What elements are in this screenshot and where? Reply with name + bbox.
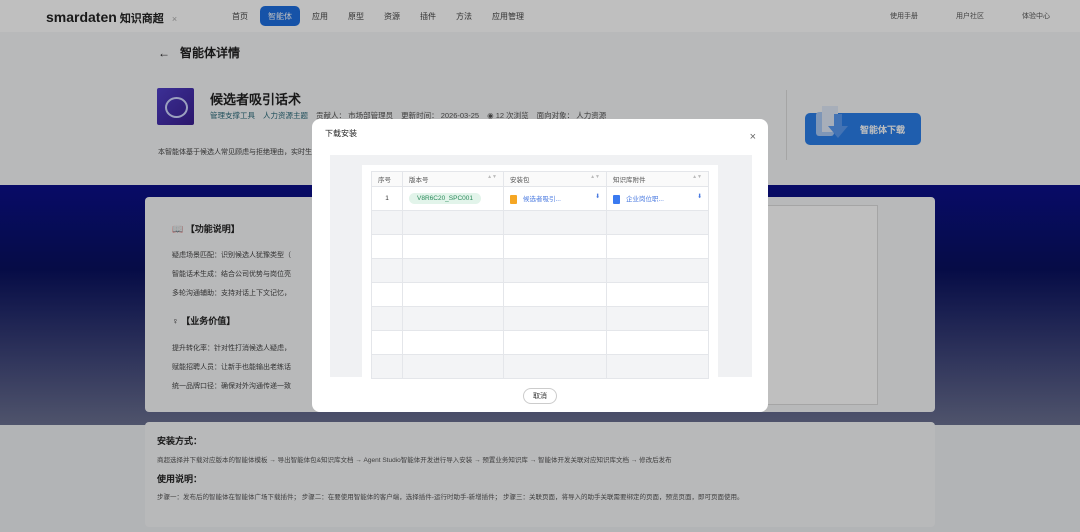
empty-row — [371, 330, 709, 355]
sort-icon[interactable]: ▲▼ — [487, 174, 497, 180]
version-table-panel: 序号 版本号 ▲▼ 安装包 ▲▼ 知识库附件 ▲▼ 1 V8R6C20_SPC001 … — [362, 165, 718, 379]
empty-row — [371, 234, 709, 259]
attachment-link[interactable]: 企业岗位职... — [626, 196, 664, 203]
package-link[interactable]: 候选者吸引... — [523, 196, 561, 203]
sort-icon[interactable]: ▲▼ — [692, 174, 702, 180]
modal-title: 下载安装 — [325, 129, 357, 138]
col-attachment[interactable]: 知识库附件 ▲▼ — [606, 171, 709, 187]
download-install-modal: 下载安装 × 序号 版本号 ▲▼ 安装包 ▲▼ 知识库附件 ▲▼ 1 V8R6C20_… — [312, 119, 768, 412]
col-package[interactable]: 安装包 ▲▼ — [503, 171, 607, 187]
download-icon[interactable]: ⬇ — [697, 193, 702, 200]
version-table: 序号 版本号 ▲▼ 安装包 ▲▼ 知识库附件 ▲▼ 1 V8R6C20_SPC001 … — [371, 171, 709, 379]
sort-icon[interactable]: ▲▼ — [590, 174, 600, 180]
col-index: 序号 — [371, 171, 403, 187]
download-icon[interactable]: ⬇ — [595, 193, 600, 200]
empty-row — [371, 258, 709, 283]
col-version[interactable]: 版本号 ▲▼ — [402, 171, 504, 187]
doc-file-icon — [613, 194, 620, 204]
modal-body: 序号 版本号 ▲▼ 安装包 ▲▼ 知识库附件 ▲▼ 1 V8R6C20_SPC001 … — [330, 155, 752, 379]
empty-row — [371, 282, 709, 307]
close-icon[interactable]: × — [750, 131, 756, 143]
cancel-button[interactable]: 取消 — [523, 388, 557, 404]
zip-file-icon — [510, 194, 517, 204]
row-version: V8R6C20_SPC001 — [402, 186, 504, 211]
version-tag: V8R6C20_SPC001 — [409, 193, 482, 204]
table-header: 序号 版本号 ▲▼ 安装包 ▲▼ 知识库附件 ▲▼ — [371, 171, 709, 187]
row-package: 候选者吸引... ⬇ — [503, 186, 607, 211]
empty-row — [371, 306, 709, 331]
empty-row — [371, 210, 709, 235]
table-row: 1 V8R6C20_SPC001 候选者吸引... ⬇ 企业岗位职... ⬇ — [371, 186, 709, 211]
empty-row — [371, 354, 709, 379]
row-index: 1 — [371, 186, 403, 211]
row-attachment: 企业岗位职... ⬇ — [606, 186, 709, 211]
